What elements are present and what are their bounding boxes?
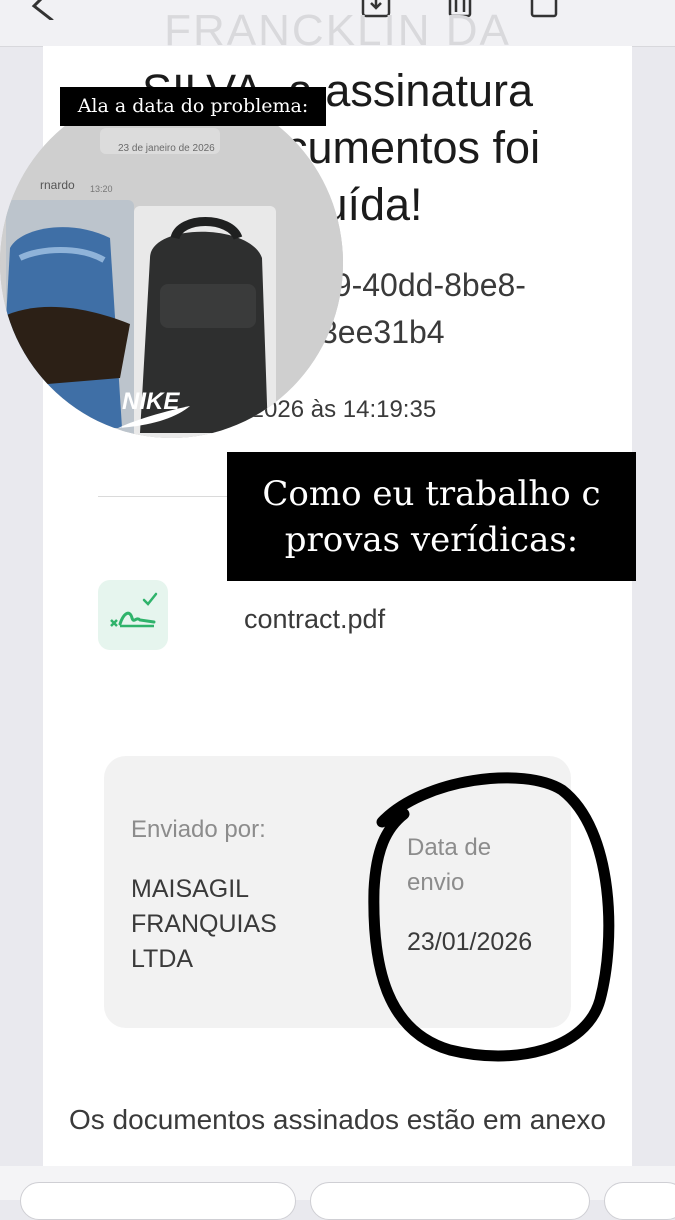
sender-line: MAISAGIL — [131, 875, 250, 903]
chat-date: 23 de janeiro de 2026 — [118, 143, 215, 154]
caption-proof: Como eu trabalho c provas verídicas: — [227, 452, 636, 581]
sender-name: MAISAGIL FRANQUIAS LTDA — [131, 872, 331, 977]
chat-time: 13:20 — [90, 184, 113, 194]
signed-contract-icon[interactable] — [98, 580, 168, 650]
backpack-photo-drawing — [0, 88, 343, 438]
caption-proof-line: Como eu trabalho c — [262, 473, 601, 514]
bag-logo: NIKE — [122, 388, 180, 415]
more-actions-button[interactable] — [604, 1182, 675, 1220]
sender-line: FRANQUIAS — [131, 910, 277, 938]
attachment-file-name[interactable]: contract.pdf — [244, 604, 385, 635]
chat-sender: rnardo — [40, 178, 75, 192]
attachment-notice: Os documentos assinados estão em anexo — [69, 1104, 606, 1135]
forward-button[interactable] — [310, 1182, 590, 1220]
caption-proof-line: provas verídicas: — [284, 519, 579, 560]
sender-line: LTDA — [131, 945, 194, 973]
divider — [98, 496, 233, 497]
recipient-name-faded: FRANCKLIN DA — [164, 6, 511, 55]
sent-by-label: Enviado por: — [131, 816, 266, 843]
chat-screenshot-photo: 23 de janeiro de 2026 rnardo 13:20 NIKE — [0, 88, 343, 438]
reply-button[interactable] — [20, 1182, 296, 1220]
hand-drawn-circle-annotation — [368, 772, 615, 1062]
caption-problem-date: Ala a data do problema: — [60, 87, 326, 126]
